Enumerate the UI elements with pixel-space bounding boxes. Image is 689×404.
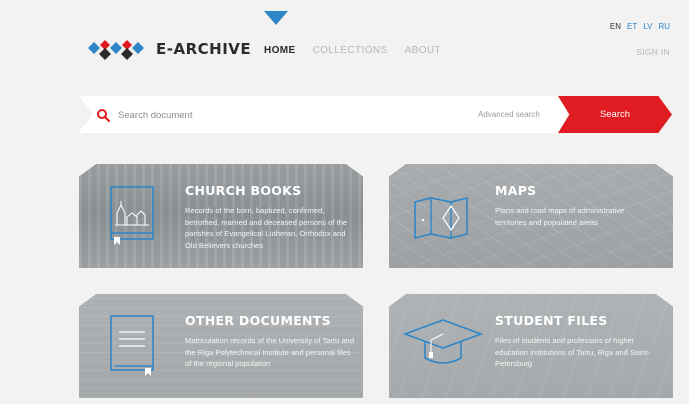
nav-home[interactable]: HOME (264, 45, 296, 56)
card-description: Records of the born, baptized, confirmed… (185, 206, 348, 250)
church-book-icon (110, 186, 154, 245)
collection-card-student-files[interactable]: STUDENT FILES Files of students and prof… (389, 294, 673, 398)
card-title: MAPS (495, 183, 537, 198)
collection-card-church-books[interactable]: CHURCH BOOKS Records of the born, baptiz… (79, 164, 363, 268)
logo-text: E-ARCHIVE (156, 40, 252, 58)
lang-et[interactable]: ET (627, 22, 637, 31)
search-bar: Advanced search Search (79, 96, 672, 133)
document-book-icon (110, 315, 154, 376)
card-description: Matriculation records of the University … (185, 336, 355, 368)
map-icon (414, 196, 468, 240)
advanced-search-link[interactable]: Advanced search (478, 110, 540, 119)
search-input[interactable] (116, 106, 420, 125)
card-description: Files of students and professors of high… (495, 336, 650, 368)
main-nav: HOME COLLECTIONS ABOUT (264, 45, 458, 56)
card-description: Plans and road maps of administrative te… (495, 206, 625, 227)
card-title: STUDENT FILES (495, 313, 608, 328)
nav-collections[interactable]: COLLECTIONS (313, 45, 388, 56)
search-field: Advanced search (79, 96, 566, 133)
card-title: OTHER DOCUMENTS (185, 313, 331, 328)
active-nav-indicator (264, 11, 288, 25)
search-icon (97, 109, 110, 122)
search-button[interactable]: Search (558, 96, 672, 133)
lang-lv[interactable]: LV (643, 22, 652, 31)
collection-card-other-documents[interactable]: OTHER DOCUMENTS Matriculation records of… (79, 294, 363, 398)
logo-icon (88, 40, 144, 60)
graduation-cap-icon (402, 319, 484, 364)
language-switcher: EN ET LV RU (610, 22, 670, 31)
lang-en[interactable]: EN (610, 22, 621, 31)
nav-about[interactable]: ABOUT (405, 45, 441, 56)
collection-card-maps[interactable]: MAPS Plans and road maps of administrati… (389, 164, 673, 268)
sign-in-link[interactable]: SIGN IN (636, 47, 670, 57)
search-field-notch (79, 96, 93, 132)
card-title: CHURCH BOOKS (185, 183, 302, 198)
lang-ru[interactable]: RU (658, 22, 670, 31)
logo-link[interactable]: E-ARCHIVE (86, 38, 251, 60)
page: E-ARCHIVE HOME COLLECTIONS ABOUT EN ET L… (0, 0, 689, 404)
